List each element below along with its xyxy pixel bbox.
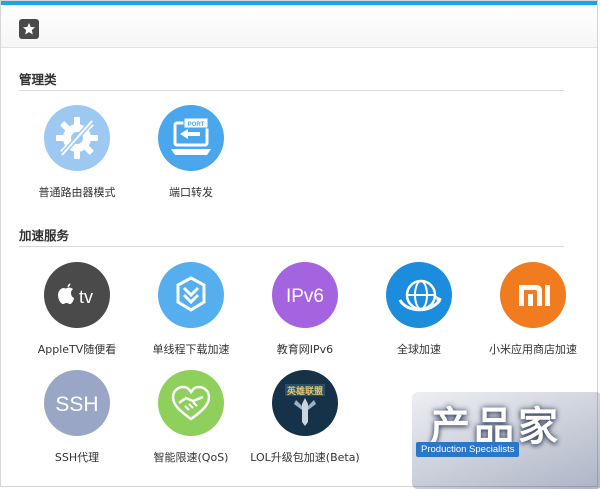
global-accel-icon bbox=[386, 262, 452, 328]
port-forward-icon: PORT bbox=[158, 105, 224, 171]
app-label: LOL升级包加速(Beta) bbox=[250, 451, 360, 464]
lol-glyph: 英雄联盟 bbox=[286, 385, 323, 397]
app-label: 教育网IPv6 bbox=[276, 343, 334, 356]
app-label: AppleTV随便看 bbox=[37, 343, 117, 356]
app-label: 普通路由器模式 bbox=[38, 186, 116, 199]
app-label: 小米应用商店加速 bbox=[489, 343, 577, 356]
app-port-forward[interactable]: PORT 端口转发 bbox=[136, 105, 246, 200]
app-label: 全球加速 bbox=[397, 343, 441, 356]
ssh-glyph: SSH bbox=[55, 393, 98, 416]
app-qos[interactable]: 智能限速(QoS) bbox=[136, 370, 246, 465]
app-lol-accel[interactable]: 英雄联盟 LOL升级包加速(Beta) bbox=[250, 370, 360, 465]
app-download-accel[interactable]: 单线程下载加速 bbox=[136, 262, 246, 357]
apple-tv-glyph: tv bbox=[79, 287, 93, 307]
app-global-accel[interactable]: 全球加速 bbox=[364, 262, 474, 357]
section-title-acceleration: 加速服务 bbox=[19, 228, 70, 243]
app-label: 单线程下载加速 bbox=[152, 343, 230, 356]
ipv6-glyph: IPv6 bbox=[286, 286, 324, 307]
router-mode-icon bbox=[44, 105, 110, 171]
watermark-subtitle: Production Specialists bbox=[416, 442, 520, 457]
app-router-mode[interactable]: 普通路由器模式 bbox=[22, 105, 132, 200]
app-ssh-proxy[interactable]: SSH SSH代理 bbox=[22, 370, 132, 465]
ssh-proxy-icon: SSH bbox=[44, 370, 110, 436]
section-title-management: 管理类 bbox=[19, 72, 57, 87]
download-accel-icon bbox=[158, 262, 224, 328]
qos-icon bbox=[158, 370, 224, 436]
app-label: 智能限速(QoS) bbox=[153, 451, 229, 464]
top-bar bbox=[1, 1, 597, 48]
mi-store-icon bbox=[500, 262, 566, 328]
apple-tv-icon: tv bbox=[44, 262, 110, 328]
favorite-star-icon[interactable] bbox=[19, 19, 39, 39]
ipv6-icon: IPv6 bbox=[272, 262, 338, 328]
app-label: SSH代理 bbox=[54, 451, 100, 464]
section-divider bbox=[19, 246, 564, 247]
app-apple-tv[interactable]: tv AppleTV随便看 bbox=[22, 262, 132, 357]
app-mi-store[interactable]: 小米应用商店加速 bbox=[478, 262, 588, 357]
app-ipv6[interactable]: IPv6 教育网IPv6 bbox=[250, 262, 360, 357]
section-divider bbox=[19, 90, 564, 91]
lol-accel-icon: 英雄联盟 bbox=[272, 370, 338, 436]
app-label: 端口转发 bbox=[169, 186, 213, 199]
svg-text:PORT: PORT bbox=[188, 122, 205, 128]
